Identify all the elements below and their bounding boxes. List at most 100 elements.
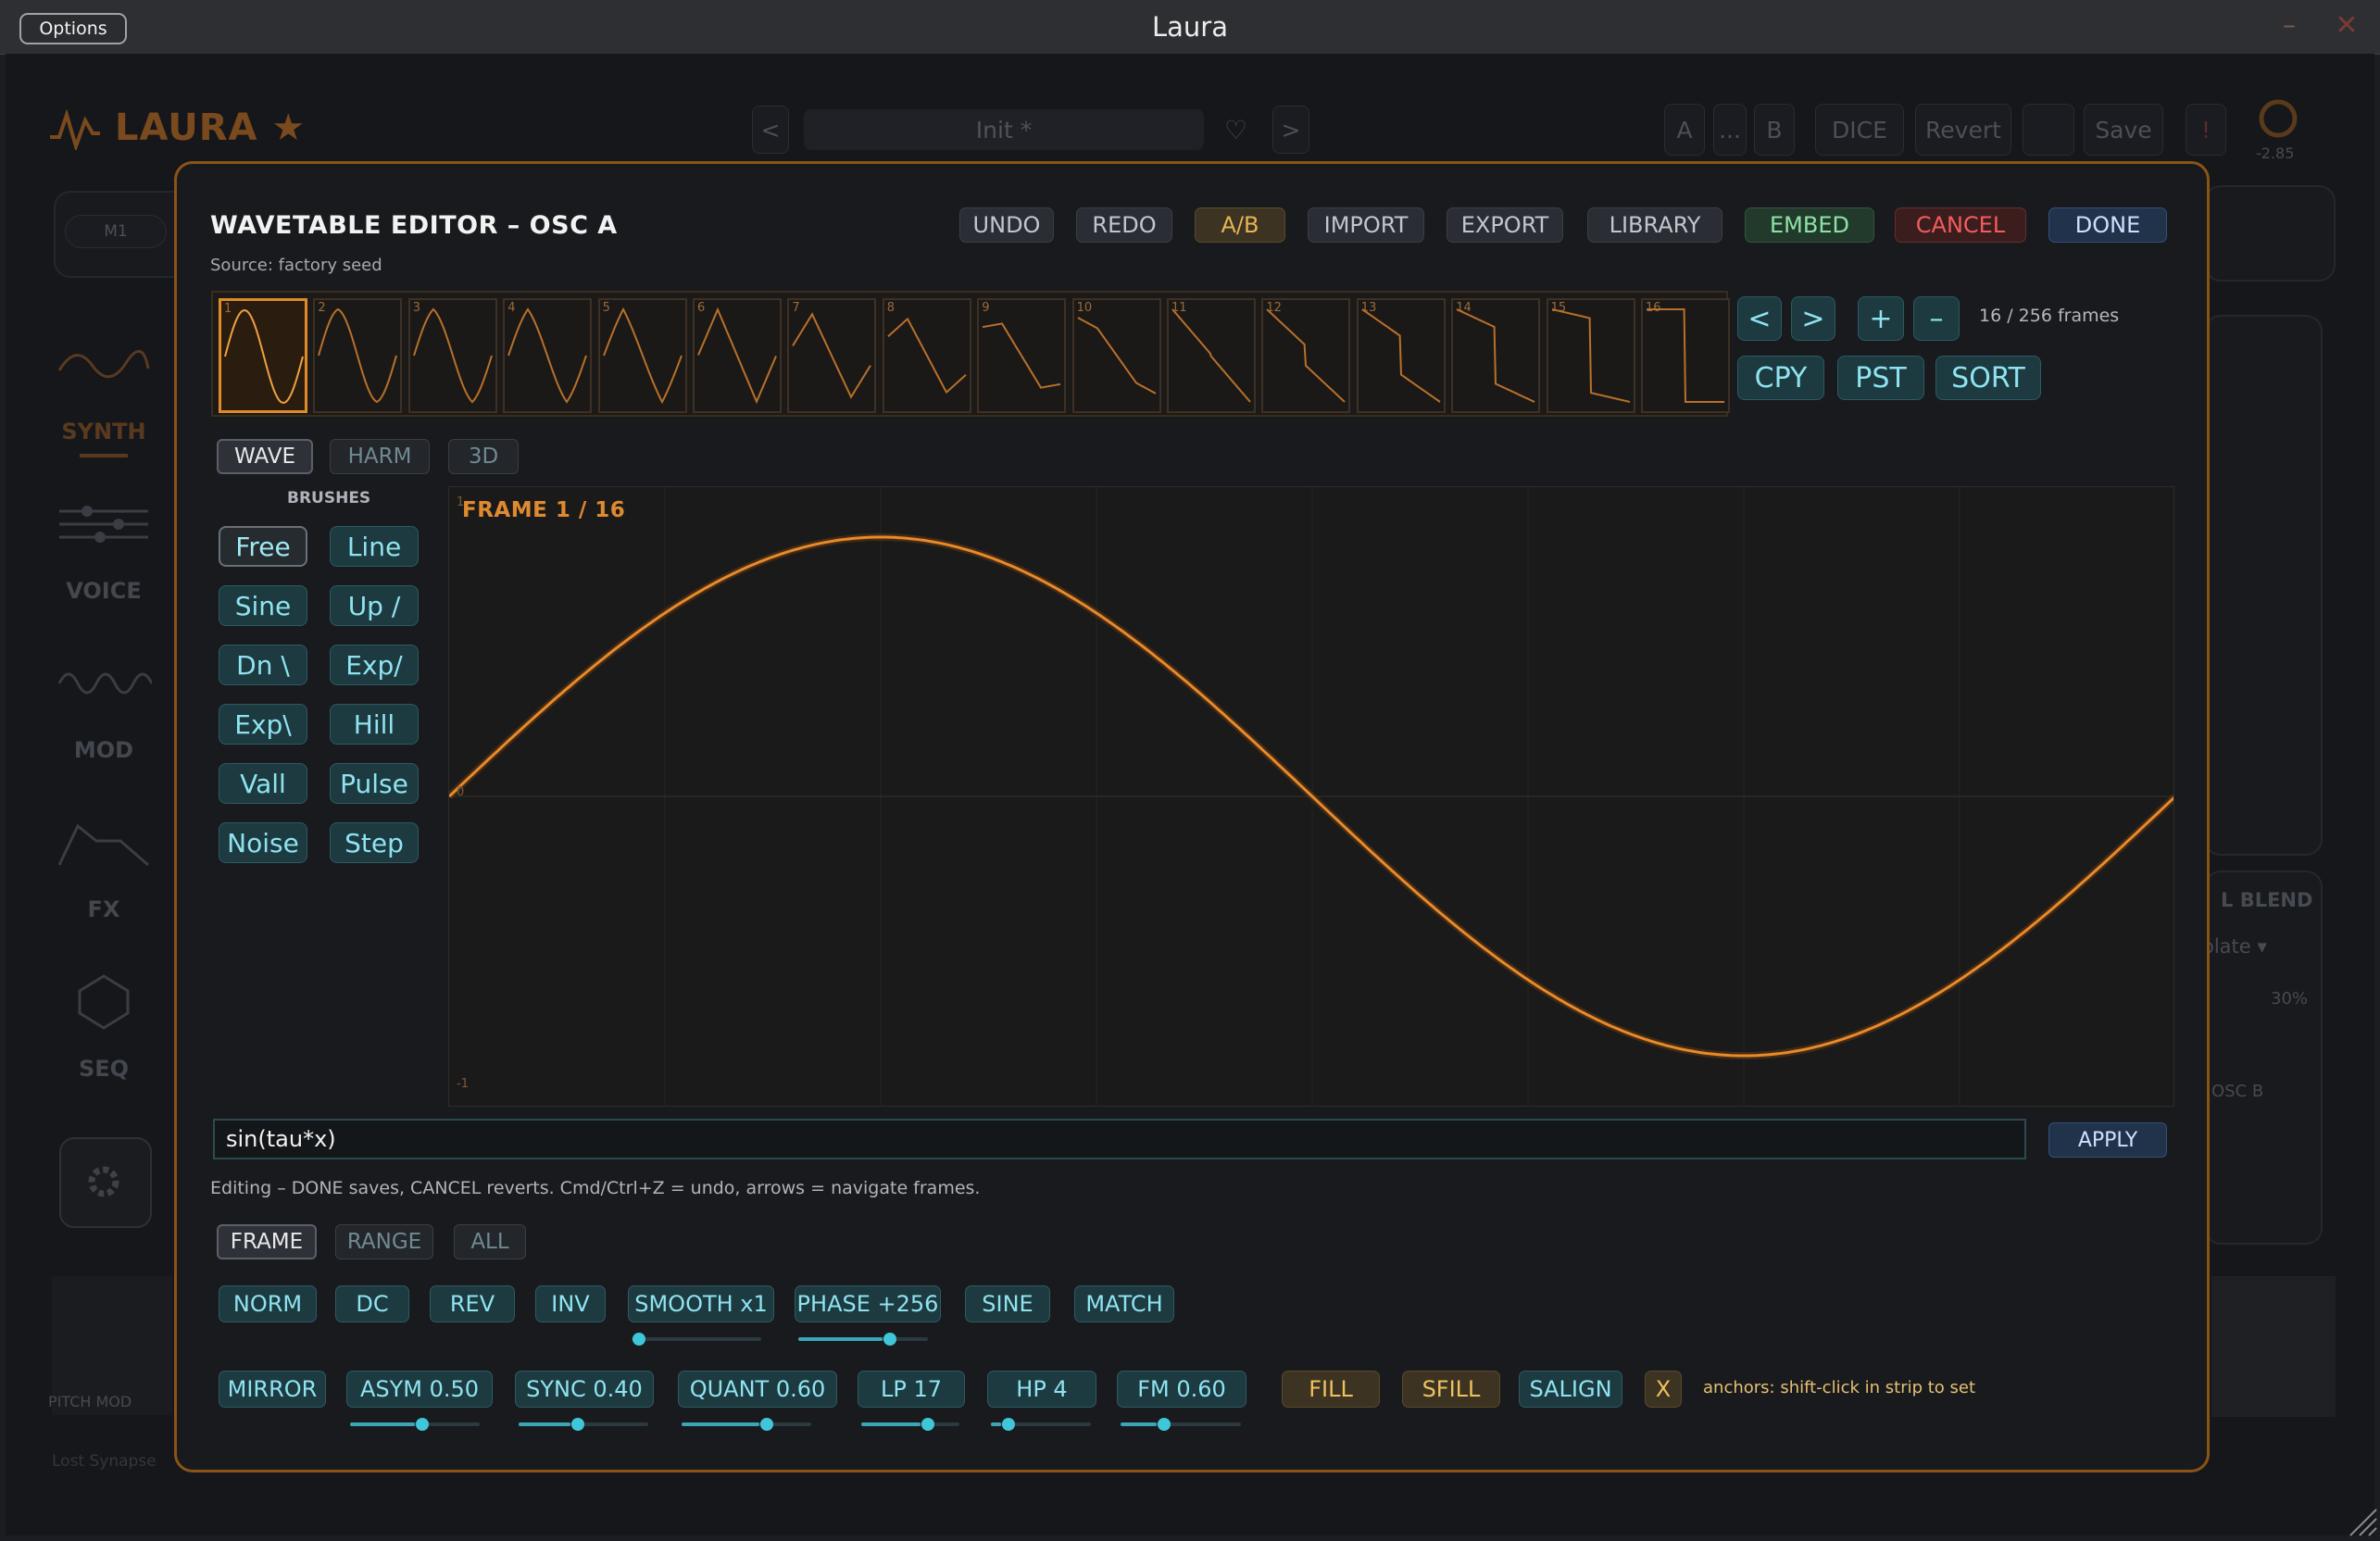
bg-favorite-icon[interactable]: ♡ bbox=[1224, 115, 1247, 145]
frame-thumbnail[interactable]: 10 bbox=[1071, 298, 1161, 413]
export-button[interactable]: EXPORT bbox=[1447, 207, 1563, 243]
op-button[interactable]: LP 17 bbox=[858, 1371, 965, 1408]
scope-tab-range[interactable]: RANGE bbox=[335, 1224, 433, 1259]
bg-interp-select[interactable]: olate ▾ bbox=[2202, 935, 2267, 958]
frame-thumbnail[interactable]: 9 bbox=[977, 298, 1067, 413]
brush-button[interactable]: Pulse bbox=[330, 763, 419, 804]
resize-grip-icon[interactable] bbox=[2345, 1504, 2378, 1537]
op-button[interactable]: HP 4 bbox=[987, 1371, 1096, 1408]
bg-a-button[interactable]: A bbox=[1664, 104, 1705, 156]
tab-harm[interactable]: HARM bbox=[330, 439, 430, 474]
add-frame-button[interactable]: + bbox=[1858, 296, 1904, 341]
import-button[interactable]: IMPORT bbox=[1308, 207, 1424, 243]
op-button[interactable]: INV bbox=[535, 1285, 606, 1322]
op-button[interactable]: SALIGN bbox=[1519, 1371, 1622, 1408]
frame-thumbnail[interactable]: 11 bbox=[1167, 298, 1256, 413]
slider-knob[interactable] bbox=[633, 1333, 645, 1346]
done-button[interactable]: DONE bbox=[2048, 207, 2167, 243]
frame-thumbnail[interactable]: 15 bbox=[1546, 298, 1635, 413]
op-button[interactable]: SFILL bbox=[1402, 1371, 1500, 1408]
brush-button[interactable]: Exp/ bbox=[330, 645, 419, 685]
op-button[interactable]: FM 0.60 bbox=[1117, 1371, 1246, 1408]
embed-button[interactable]: EMBED bbox=[1745, 207, 1874, 243]
bg-folder-icon[interactable] bbox=[2023, 104, 2074, 156]
op-button[interactable]: SYNC 0.40 bbox=[515, 1371, 654, 1408]
prev-frame-button[interactable]: < bbox=[1737, 296, 1782, 341]
minimize-icon[interactable]: – bbox=[2278, 12, 2300, 39]
options-button[interactable]: Options bbox=[19, 13, 127, 44]
slider-knob[interactable] bbox=[416, 1418, 429, 1431]
frame-thumbnail[interactable]: 3 bbox=[407, 298, 497, 413]
frame-thumbnail[interactable]: 14 bbox=[1451, 298, 1541, 413]
expression-input[interactable] bbox=[213, 1119, 2026, 1159]
bg-dice-button[interactable]: DICE bbox=[1815, 104, 1904, 156]
bg-revert-button[interactable]: Revert bbox=[1915, 104, 2011, 156]
undo-button[interactable]: UNDO bbox=[959, 207, 1054, 243]
op-button[interactable]: FILL bbox=[1282, 1371, 1380, 1408]
seq-hexagon-icon[interactable] bbox=[74, 972, 133, 1032]
bg-master-knob-icon[interactable] bbox=[2256, 96, 2300, 141]
frame-thumbnail[interactable]: 5 bbox=[597, 298, 687, 413]
fx-envelope-icon[interactable] bbox=[56, 819, 152, 871]
op-button[interactable]: NORM bbox=[219, 1285, 317, 1322]
bg-save-button[interactable]: Save bbox=[2084, 104, 2163, 156]
sidebar-item-fx[interactable]: FX bbox=[48, 896, 159, 922]
slider-knob[interactable] bbox=[571, 1418, 584, 1431]
redo-button[interactable]: REDO bbox=[1076, 207, 1172, 243]
sidebar-item-mod[interactable]: MOD bbox=[48, 737, 159, 763]
sidebar-item-synth[interactable]: SYNTH bbox=[48, 419, 159, 445]
op-slider[interactable] bbox=[519, 1418, 648, 1431]
brush-button[interactable]: Up / bbox=[330, 585, 419, 626]
scope-tab-all[interactable]: ALL bbox=[454, 1224, 526, 1259]
op-button[interactable]: SMOOTH x1 bbox=[628, 1285, 774, 1322]
brush-button[interactable]: Vall bbox=[219, 763, 307, 804]
brush-button[interactable]: Step bbox=[330, 822, 419, 863]
slider-knob[interactable] bbox=[1001, 1418, 1015, 1431]
bg-macro-chip[interactable]: M1 bbox=[65, 215, 167, 248]
brush-button[interactable]: Hill bbox=[330, 704, 419, 745]
op-slider[interactable] bbox=[350, 1418, 480, 1431]
frame-thumbnail[interactable]: 2 bbox=[313, 298, 403, 413]
op-button[interactable]: X bbox=[1645, 1371, 1682, 1408]
frame-thumbnail[interactable]: 13 bbox=[1356, 298, 1446, 413]
bg-alert-button[interactable]: ! bbox=[2186, 104, 2226, 156]
brush-button[interactable]: Noise bbox=[219, 822, 307, 863]
close-icon[interactable]: ✕ bbox=[2334, 12, 2360, 40]
brush-button[interactable]: Free bbox=[219, 526, 307, 567]
op-slider[interactable] bbox=[1121, 1418, 1241, 1431]
op-slider[interactable] bbox=[682, 1418, 811, 1431]
op-button[interactable]: REV bbox=[430, 1285, 515, 1322]
op-button[interactable]: ASYM 0.50 bbox=[346, 1371, 493, 1408]
frame-thumbnail[interactable]: 1 bbox=[219, 298, 307, 413]
voice-sliders-icon[interactable] bbox=[56, 500, 152, 546]
frame-thumbnail[interactable]: 16 bbox=[1641, 298, 1730, 413]
sort-frames-button[interactable]: SORT bbox=[1935, 356, 2041, 400]
bg-next-preset-button[interactable]: > bbox=[1272, 106, 1309, 154]
cancel-button[interactable]: CANCEL bbox=[1895, 207, 2026, 243]
bg-preset-name[interactable]: Init * bbox=[804, 109, 1204, 150]
op-slider[interactable] bbox=[798, 1333, 928, 1346]
frame-thumbnail[interactable]: 4 bbox=[503, 298, 593, 413]
op-button[interactable]: QUANT 0.60 bbox=[678, 1371, 837, 1408]
op-button[interactable]: SINE bbox=[965, 1285, 1050, 1322]
bg-prev-preset-button[interactable]: < bbox=[752, 106, 789, 154]
ab-compare-button[interactable]: A/B bbox=[1195, 207, 1285, 243]
slider-knob[interactable] bbox=[1158, 1418, 1171, 1431]
slider-knob[interactable] bbox=[921, 1418, 934, 1431]
op-button[interactable]: MIRROR bbox=[219, 1371, 326, 1408]
frame-strip[interactable]: 1 2 3 4 5 6 7 8 9 10 11 12 13 14 15 16 bbox=[211, 291, 1730, 417]
scope-tab-frame[interactable]: FRAME bbox=[217, 1224, 317, 1259]
op-button[interactable]: DC bbox=[335, 1285, 409, 1322]
op-button[interactable]: MATCH bbox=[1074, 1285, 1174, 1322]
bg-ab-copy-button[interactable]: ... bbox=[1713, 104, 1747, 156]
brush-button[interactable]: Sine bbox=[219, 585, 307, 626]
brush-button[interactable]: Line bbox=[330, 526, 419, 567]
op-slider[interactable] bbox=[991, 1418, 1091, 1431]
frame-thumbnail[interactable]: 12 bbox=[1261, 298, 1351, 413]
sidebar-item-voice[interactable]: VOICE bbox=[48, 578, 159, 604]
paste-frame-button[interactable]: PST bbox=[1837, 356, 1924, 400]
remove-frame-button[interactable]: – bbox=[1913, 296, 1960, 341]
brush-button[interactable]: Exp\ bbox=[219, 704, 307, 745]
copy-frame-button[interactable]: CPY bbox=[1737, 356, 1824, 400]
frame-thumbnail[interactable]: 6 bbox=[693, 298, 782, 413]
